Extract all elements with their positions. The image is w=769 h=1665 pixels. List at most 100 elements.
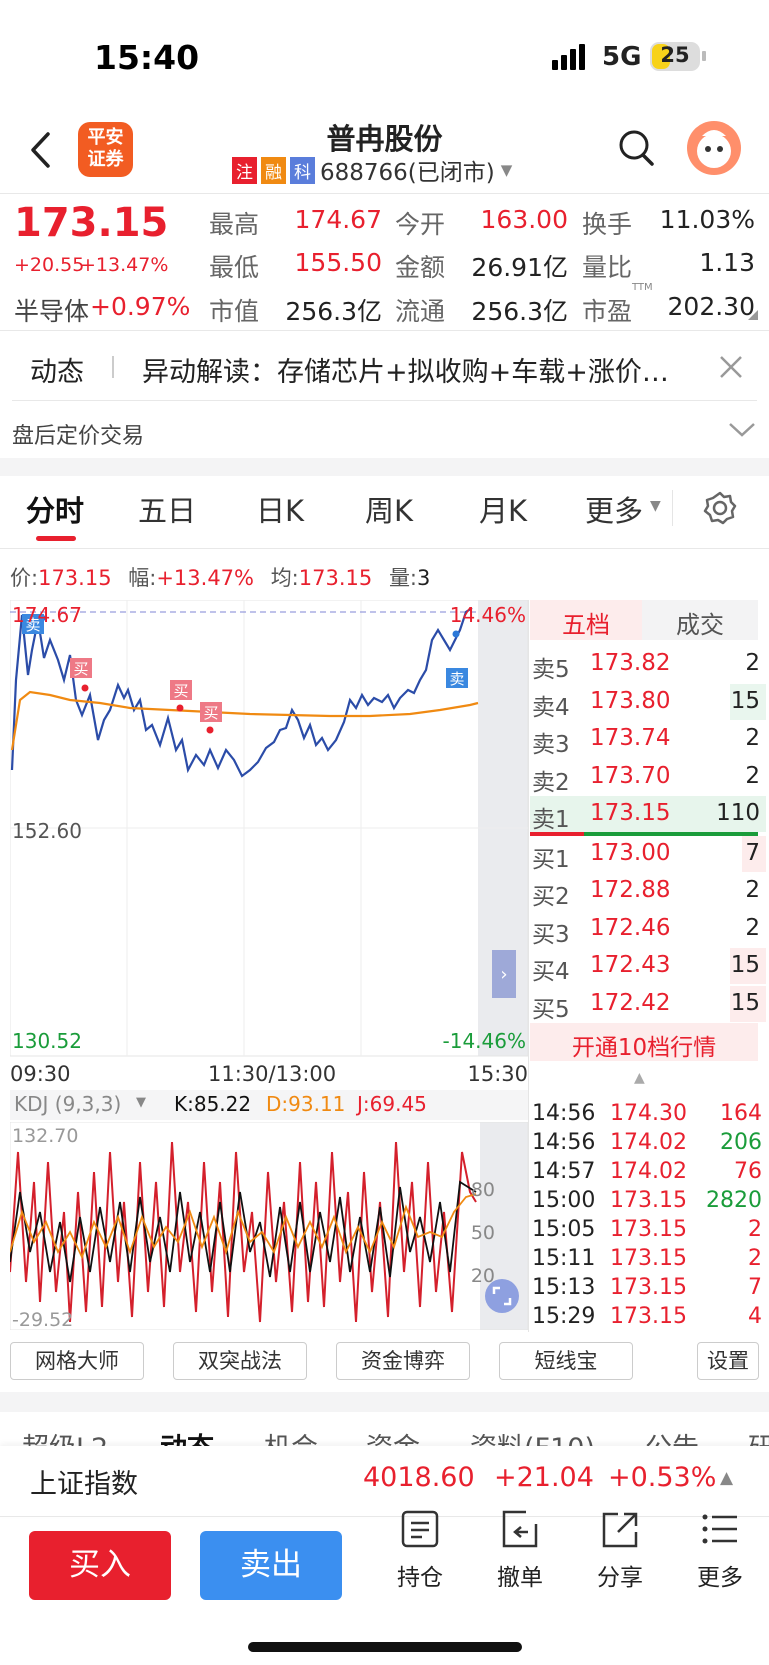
- after-hours-label: 盘后定价交易: [12, 424, 145, 449]
- chevron-right-icon: ›: [500, 964, 507, 985]
- short-term-button[interactable]: 短线宝: [499, 1342, 633, 1380]
- chevron-down-icon[interactable]: [727, 420, 757, 440]
- info-volume: 3: [417, 566, 431, 590]
- ask-row: 卖5 173.82 2: [532, 650, 760, 683]
- tick-row: 14:56 174.30 164: [532, 1101, 762, 1126]
- tick-row: 15:05 173.15 2: [532, 1217, 762, 1242]
- intraday-chart[interactable]: 卖 买 买 买 卖 174.67 14.46% 152.60 130.52 -1…: [10, 600, 528, 1058]
- bid-row: 买3 172.46 2: [532, 915, 760, 948]
- chart-high-pct: 14.46%: [450, 603, 526, 627]
- stock-code: 688766(已闭市): [320, 160, 495, 186]
- tab-five-level[interactable]: 五档: [530, 605, 642, 640]
- signal-icon: [552, 44, 585, 70]
- tab-super-l2[interactable]: 超级L2: [22, 1426, 108, 1446]
- index-pct: +0.53%: [608, 1462, 717, 1493]
- double-breakout-button[interactable]: 双突战法: [173, 1342, 307, 1380]
- tab-opportunity[interactable]: 机会: [264, 1426, 318, 1446]
- price-change-pct: +13.47%: [80, 254, 169, 276]
- kdj-j: J:69.45: [357, 1092, 427, 1116]
- clock: 15:40: [94, 38, 200, 77]
- stat-value: 256.3亿: [285, 297, 382, 326]
- tick-row: 15:11 173.15 2: [532, 1246, 762, 1271]
- search-icon[interactable]: [617, 128, 657, 168]
- index-value: 4018.60: [363, 1462, 475, 1493]
- caret-down-icon[interactable]: ▼: [650, 498, 661, 514]
- chart-mid-price: 152.60: [12, 819, 82, 843]
- stat-value: 1.13: [699, 248, 755, 277]
- tab-5day[interactable]: 五日: [138, 488, 196, 530]
- index-ticker[interactable]: 上证指数 4018.60 +21.04 +0.53% ▲: [0, 1446, 769, 1516]
- tick-row: 15:00 173.15 2820: [532, 1188, 762, 1213]
- bid-row: 买2 172.88 2: [532, 877, 760, 910]
- expand-corner-icon[interactable]: [748, 310, 758, 320]
- sell-button[interactable]: 卖出: [200, 1531, 342, 1600]
- stat-label: 金额: [395, 253, 446, 282]
- kdj-k: K:85.22: [174, 1092, 252, 1116]
- tab-monthly-k[interactable]: 月K: [479, 488, 527, 530]
- tab-f10[interactable]: 资料(F10): [470, 1426, 595, 1446]
- tab-weekly-k[interactable]: 周K: [365, 488, 413, 530]
- share-button[interactable]: 分享: [585, 1510, 655, 1592]
- last-price: 173.15: [14, 200, 169, 246]
- status-bar: 15:40 5G 25: [0, 0, 769, 110]
- tab-trades[interactable]: 成交: [642, 605, 758, 640]
- home-indicator: [248, 1642, 522, 1652]
- grid-master-button[interactable]: 网格大师: [10, 1342, 144, 1380]
- kdj-top: 132.70: [12, 1125, 78, 1147]
- ask-row: 卖3 173.74 2: [532, 725, 760, 758]
- index-name: 上证指数: [30, 1469, 138, 1500]
- tab-research[interactable]: 研: [748, 1426, 769, 1446]
- index-change: +21.04: [494, 1462, 594, 1493]
- open-level10-button[interactable]: 开通10档行情: [530, 1023, 758, 1061]
- tab-news[interactable]: 动态: [160, 1426, 214, 1446]
- close-icon[interactable]: [718, 354, 744, 380]
- kdj-selector[interactable]: KDJ (9,3,3): [14, 1092, 121, 1116]
- kdj-bottom: -29.52: [12, 1309, 73, 1330]
- caret-down-icon[interactable]: ▼: [136, 1095, 146, 1110]
- stat-value: 174.67: [294, 205, 382, 234]
- stat-label: 市值: [209, 297, 260, 326]
- tag-zhu: 注: [232, 156, 257, 184]
- tab-announcement[interactable]: 公告: [645, 1426, 699, 1446]
- assistant-avatar-icon[interactable]: [686, 120, 742, 176]
- stock-code-row[interactable]: 注 融 科 688766(已闭市) ▼: [232, 156, 512, 186]
- info-average: 173.15: [298, 566, 373, 590]
- fullscreen-icon: [485, 1279, 519, 1313]
- tick-row: 15:13 173.15 7: [532, 1275, 762, 1300]
- stat-label: 流通: [395, 297, 446, 326]
- chart-high-price: 174.67: [12, 603, 82, 627]
- sector-name[interactable]: 半导体: [14, 292, 89, 328]
- kdj-chart[interactable]: 132.70 -29.52 80 50 20: [10, 1122, 528, 1330]
- bid-row: 买5 172.42 15: [530, 986, 766, 1023]
- caret-up-icon[interactable]: ▲: [720, 1468, 733, 1488]
- share-icon: [602, 1512, 638, 1548]
- sector-pct[interactable]: +0.97%: [90, 292, 190, 321]
- tab-more[interactable]: 更多: [585, 488, 643, 530]
- ask-row: 卖4 173.80 15: [530, 684, 766, 721]
- stat-value: 256.3亿: [471, 297, 568, 326]
- news-text[interactable]: 异动解读：存储芯片+拟收购+车载+涨价…: [142, 350, 669, 389]
- average-line: [10, 690, 479, 751]
- stat-label: 最低: [209, 253, 260, 282]
- svg-text:50: 50: [471, 1222, 495, 1244]
- capital-game-button[interactable]: 资金博弈: [336, 1342, 470, 1380]
- battery-icon: 25: [650, 42, 700, 71]
- tab-capital[interactable]: 资金: [366, 1426, 420, 1446]
- tick-row: 14:57 174.02 76: [532, 1159, 762, 1184]
- more-button[interactable]: 更多: [685, 1510, 755, 1592]
- tag-ke: 科: [290, 156, 315, 184]
- settings-button[interactable]: 设置: [697, 1342, 759, 1380]
- caret-up-icon[interactable]: ▲: [634, 1070, 645, 1086]
- price-line: [10, 607, 473, 778]
- tab-daily-k[interactable]: 日K: [256, 488, 304, 530]
- tab-intraday[interactable]: 分时: [26, 488, 84, 530]
- intraday-info: 价:173.15 幅:+13.47% 均:173.15 量:3: [10, 566, 431, 590]
- buy-button[interactable]: 买入: [29, 1531, 171, 1600]
- cancel-order-icon: [502, 1510, 538, 1548]
- holdings-button[interactable]: 持仓: [385, 1510, 455, 1592]
- stat-label: 今开: [395, 210, 446, 239]
- gear-icon[interactable]: [702, 490, 738, 526]
- network-label: 5G: [602, 42, 642, 72]
- ask-row: 卖2 173.70 2: [532, 763, 760, 796]
- cancel-order-button[interactable]: 撤单: [485, 1510, 555, 1592]
